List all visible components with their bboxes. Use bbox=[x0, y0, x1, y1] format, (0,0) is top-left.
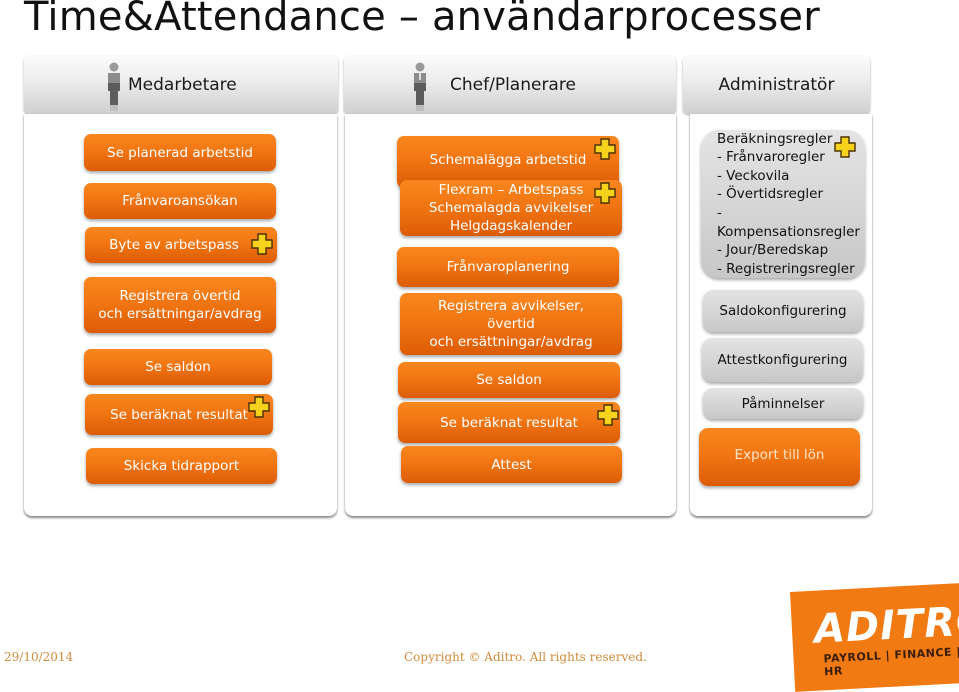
btn-label-line3: Helgdagskalender bbox=[449, 218, 573, 234]
plus-icon bbox=[594, 138, 616, 160]
btn-label-line3: och ersättningar/avdrag bbox=[429, 334, 593, 350]
btn-label: Se planerad arbetstid bbox=[107, 144, 253, 161]
footer-copyright: Copyright © Aditro. All rights reserved. bbox=[404, 650, 647, 664]
btn-label: Attest bbox=[491, 456, 532, 473]
btn-attestkonfigurering[interactable]: Attestkonfigurering bbox=[702, 338, 863, 382]
btn-registrera-avvikelser[interactable]: Registrera avvikelser, övertid och ersät… bbox=[400, 293, 622, 355]
btn-label-line1: Registrera avvikelser, bbox=[438, 298, 584, 314]
btn-label: Se saldon bbox=[476, 372, 542, 388]
rule-item: - Övertidsregler bbox=[717, 186, 824, 203]
header-label: Administratör bbox=[718, 75, 835, 95]
btn-attest[interactable]: Attest bbox=[401, 446, 622, 483]
rule-item: - Veckovila bbox=[717, 167, 790, 184]
btn-franvaroplanering[interactable]: Frånvaroplanering bbox=[397, 247, 619, 287]
btn-label-line2: och ersättningar/avdrag bbox=[98, 306, 262, 322]
header-chef-planerare: Chef/Planerare bbox=[344, 56, 676, 114]
person-icon bbox=[108, 62, 120, 111]
btn-label: Se beräknat resultat bbox=[110, 406, 248, 423]
plus-icon bbox=[248, 396, 270, 418]
page-title: Time&Attendance – användarprocesser bbox=[24, 0, 820, 40]
rule-item: - Kompensationsregler bbox=[717, 205, 860, 240]
btn-se-planerad-arbetstid[interactable]: Se planerad arbetstid bbox=[84, 134, 276, 171]
btn-se-beraknat-resultat-chef[interactable]: Se beräknat resultat bbox=[398, 402, 620, 443]
btn-label: Påminnelser bbox=[741, 395, 825, 412]
btn-label-line1: Registrera övertid bbox=[119, 288, 241, 304]
btn-skicka-tidrapport[interactable]: Skicka tidrapport bbox=[86, 448, 277, 484]
rule-title: Beräkningsregler bbox=[717, 130, 833, 147]
btn-label-line2: Schemalagda avvikelser bbox=[428, 200, 594, 216]
header-label: Chef/Planerare bbox=[450, 75, 576, 95]
header-administrator: Administratör bbox=[683, 56, 870, 114]
btn-label: Frånvaroplanering bbox=[446, 259, 570, 275]
aditro-logo: ADITRO PAYROLL | FINANCE | HR bbox=[790, 582, 959, 692]
btn-label: Se beräknat resultat bbox=[440, 414, 578, 431]
header-label: Medarbetare bbox=[128, 75, 237, 95]
btn-saldokonfigurering[interactable]: Saldokonfigurering bbox=[703, 290, 863, 332]
plus-icon bbox=[594, 182, 616, 204]
plus-icon bbox=[251, 233, 273, 255]
logo-brand: ADITRO bbox=[812, 597, 959, 653]
btn-label: Frånvaroansökan bbox=[122, 193, 238, 209]
header-medarbetare: Medarbetare bbox=[24, 56, 338, 114]
btn-se-saldon[interactable]: Se saldon bbox=[84, 349, 272, 385]
btn-label: Export till lön bbox=[734, 447, 825, 463]
manager-person-icon bbox=[414, 62, 426, 111]
btn-label-line2: övertid bbox=[487, 316, 535, 332]
plus-icon bbox=[834, 136, 856, 158]
btn-se-beraknat-resultat[interactable]: Se beräknat resultat bbox=[85, 394, 273, 435]
btn-label: Skicka tidrapport bbox=[123, 458, 240, 474]
btn-label: Saldokonfigurering bbox=[719, 303, 847, 319]
btn-label: Attestkonfigurering bbox=[717, 352, 848, 368]
btn-paminnelser[interactable]: Påminnelser bbox=[703, 388, 863, 419]
plus-icon bbox=[597, 404, 619, 426]
btn-label: Se saldon bbox=[145, 359, 211, 375]
footer-date: 29/10/2014 bbox=[4, 650, 74, 664]
rule-item: - Registreringsregler bbox=[717, 260, 855, 277]
btn-registrera-overtid[interactable]: Registrera övertid och ersättningar/avdr… bbox=[84, 277, 276, 333]
btn-label: Byte av arbetspass bbox=[109, 237, 239, 253]
btn-flexram-arbetspass[interactable]: Flexram – Arbetspass Schemalagda avvikel… bbox=[400, 180, 622, 236]
rule-item: - Frånvaroregler bbox=[717, 149, 825, 166]
btn-export-till-lon[interactable]: Export till lön bbox=[699, 428, 860, 486]
btn-se-saldon-chef[interactable]: Se saldon bbox=[398, 362, 620, 398]
rule-item: - Jour/Beredskap bbox=[717, 242, 829, 259]
btn-label: Schemalägga arbetstid bbox=[429, 152, 587, 168]
btn-label-line1: Flexram – Arbetspass bbox=[438, 182, 584, 198]
btn-franvaroansokan[interactable]: Frånvaroansökan bbox=[84, 183, 276, 219]
btn-byte-av-arbetspass[interactable]: Byte av arbetspass bbox=[85, 227, 277, 263]
